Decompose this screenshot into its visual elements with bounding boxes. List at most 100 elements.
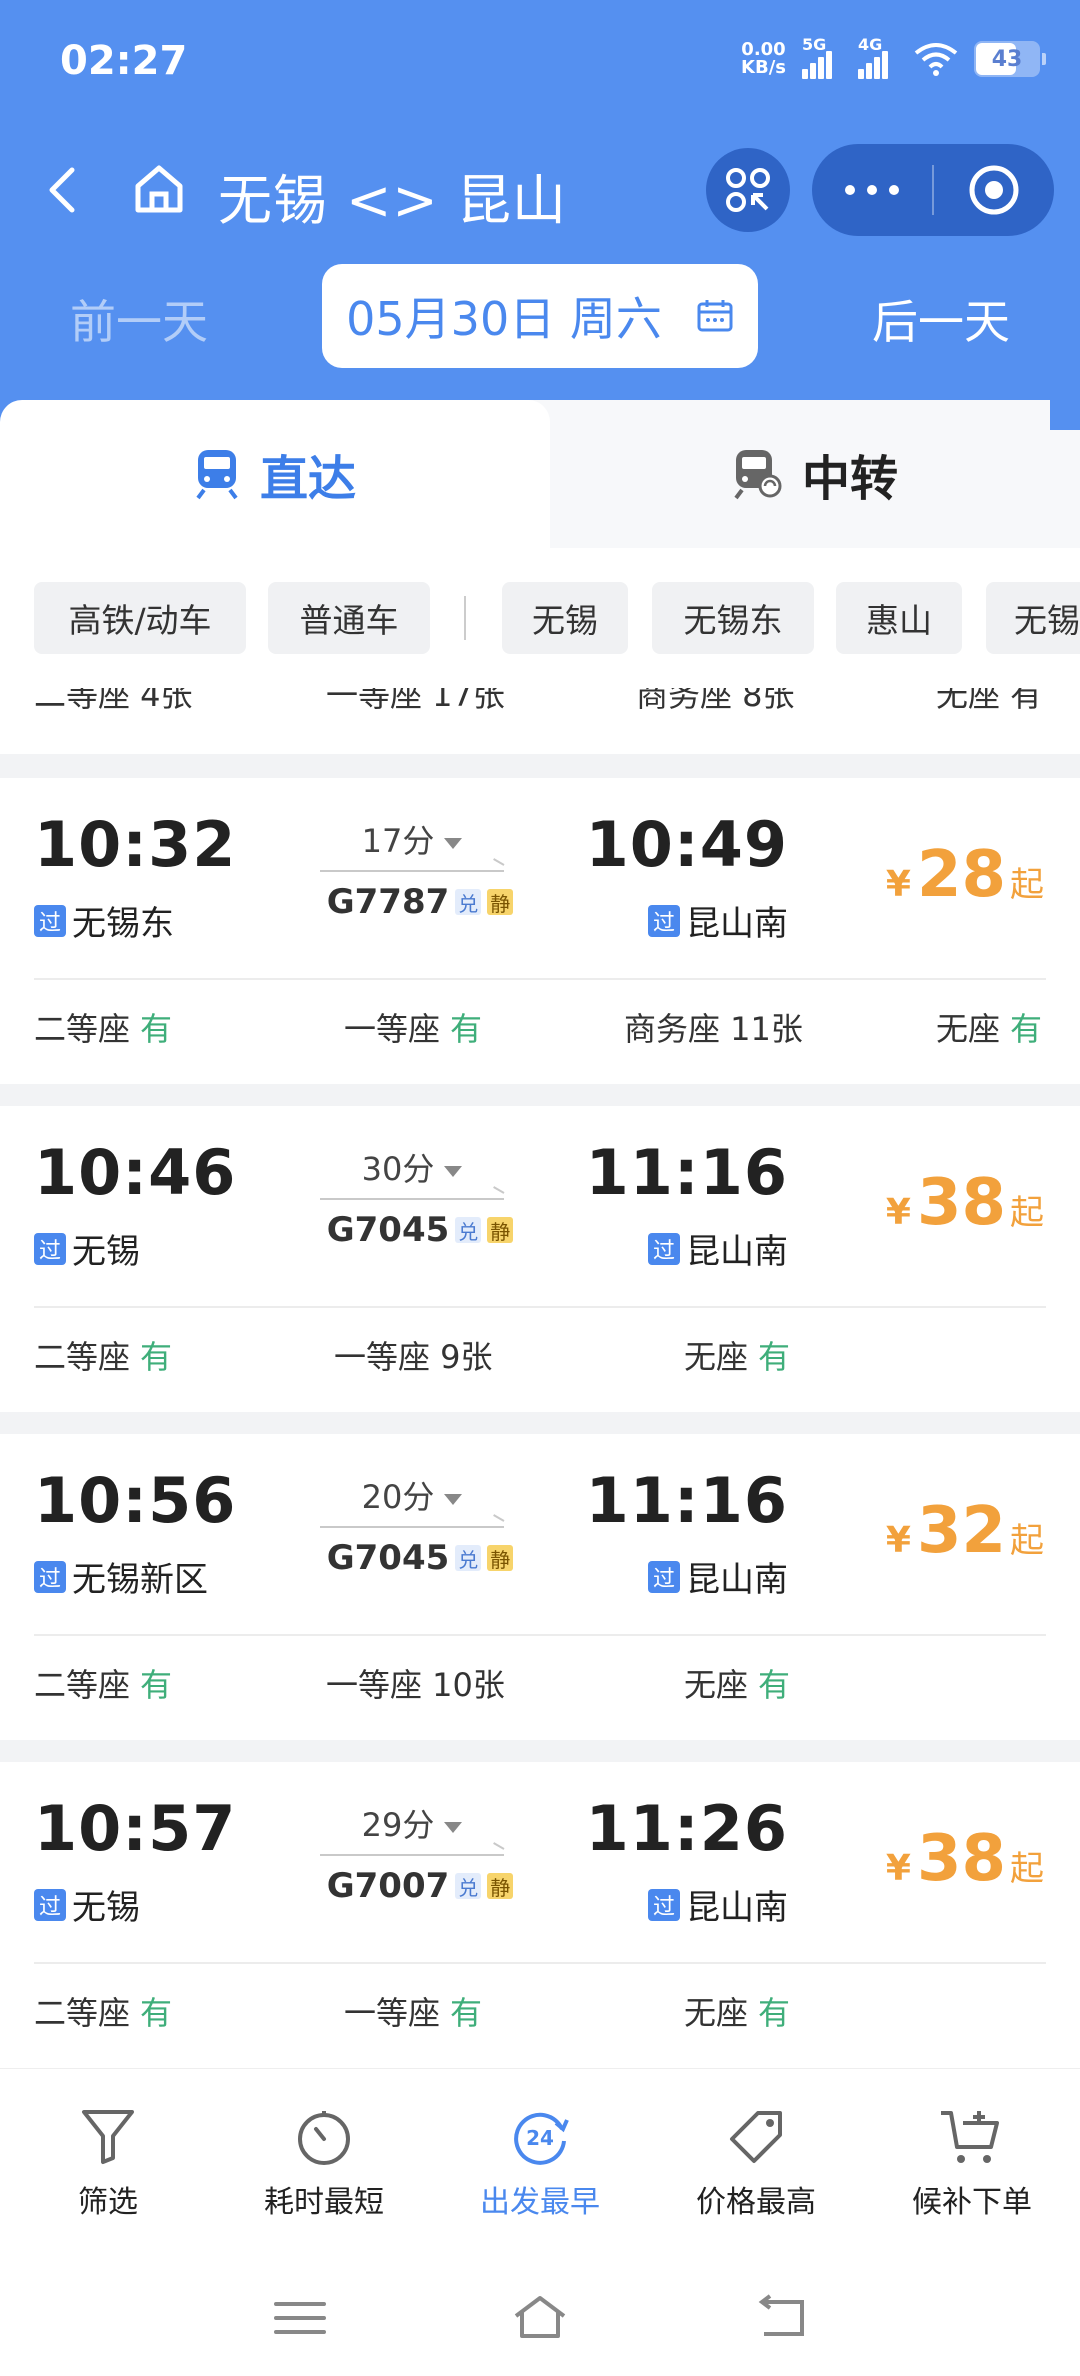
- signal-5g-icon: 5G: [802, 35, 842, 79]
- net-speed: 0.00 KB/s: [741, 39, 786, 78]
- sort-shortest-button[interactable]: 耗时最短: [216, 2105, 432, 2221]
- route-type-tabs: 直达 中转: [0, 400, 1080, 548]
- record-icon: [969, 165, 1019, 215]
- sort-filter-button[interactable]: 筛选: [0, 2105, 216, 2221]
- seat-business: 商务座 11张: [624, 1010, 803, 1048]
- arrive-time: 10:49: [585, 808, 788, 881]
- chevron-down-icon: [444, 837, 463, 849]
- chip-wuxi[interactable]: 无锡: [502, 582, 628, 654]
- seat-standing: 无座有: [684, 1994, 791, 2032]
- train-number: G7007 兑静: [320, 1866, 520, 1906]
- date-label: 05月30日 周六: [346, 292, 662, 346]
- calendar-icon: [697, 300, 733, 332]
- home-icon[interactable]: [130, 160, 188, 218]
- depart-time: 10:46: [34, 1136, 237, 1209]
- chip-huishan[interactable]: 惠山: [836, 582, 962, 654]
- price: ¥32 起: [885, 1494, 1044, 1568]
- system-nav-bar: [0, 2258, 1080, 2376]
- timer-icon: [298, 2111, 350, 2165]
- duration[interactable]: 30分: [320, 1144, 504, 1190]
- station-filter-chips: 高铁/动车 普通车 无锡 无锡东 惠山 无锡: [0, 548, 1080, 688]
- filter-icon: [82, 2110, 134, 2164]
- duration[interactable]: 17分: [320, 816, 504, 862]
- train-card-partial[interactable]: 二等座 4张 一等座 17张 商务座 8张 无座 有: [0, 688, 1080, 754]
- date-selector[interactable]: 05月30日 周六: [322, 264, 758, 368]
- waitlist-order-button[interactable]: 候补下单: [864, 2105, 1080, 2221]
- arrive-station: 过昆山南: [648, 896, 788, 945]
- seat-standing: 无座有: [684, 1338, 791, 1376]
- svg-text:24: 24: [526, 2126, 554, 2150]
- train-card[interactable]: 10:57 过无锡 29分 G7007 兑静 11:26 过昆山南 ¥38 起 二等…: [0, 1762, 1080, 2068]
- train-card[interactable]: 10:32 过无锡东 17分 G7787 兑静 10:49 过昆山南 ¥28 起 二…: [0, 778, 1080, 1084]
- seat-second-class: 二等座有: [34, 1666, 173, 1704]
- depart-station: 过无锡新区: [34, 1552, 208, 1601]
- status-icons: 0.00 KB/s 5G 4G 43: [741, 34, 1046, 84]
- duration[interactable]: 29分: [320, 1800, 504, 1846]
- quiet-badge: 静: [487, 889, 514, 916]
- duration-arrow: [320, 1198, 504, 1200]
- tab-transfer[interactable]: 中转: [550, 400, 1080, 548]
- miniapp-capsule: [812, 144, 1054, 236]
- battery-icon: 43: [974, 41, 1046, 77]
- signal-4g-icon: 4G: [858, 35, 898, 79]
- train-icon: [196, 450, 238, 500]
- depart-time: 10:32: [34, 808, 237, 881]
- transfer-train-icon: [734, 450, 782, 500]
- duration-arrow: [320, 1854, 504, 1856]
- price: ¥38 起: [885, 1166, 1044, 1240]
- depart-time: 10:57: [34, 1792, 237, 1865]
- chip-regular-train[interactable]: 普通车: [268, 582, 430, 654]
- seat-second-class: 二等座有: [34, 1010, 173, 1048]
- seat-standing: 无座有: [936, 1010, 1043, 1048]
- sort-bar: 筛选 耗时最短 24 出发最早 价格最高 候补下单: [0, 2068, 1080, 2258]
- sort-earliest-button[interactable]: 24 出发最早: [432, 2105, 648, 2221]
- cart-add-icon: [941, 2111, 999, 2163]
- scan-button[interactable]: [706, 148, 790, 232]
- train-number: G7045 兑静: [320, 1210, 520, 1250]
- arrive-time: 11:26: [585, 1792, 788, 1865]
- seat-first-class: 一等座有: [344, 1010, 483, 1048]
- home-nav-icon[interactable]: [510, 2292, 570, 2342]
- arrive-station: 过昆山南: [648, 1224, 788, 1273]
- exchange-badge: 兑: [455, 1217, 482, 1244]
- prev-day-button[interactable]: 前一天: [70, 286, 208, 352]
- status-time: 02:27: [60, 38, 188, 84]
- more-icon[interactable]: [812, 185, 932, 195]
- chip-high-speed[interactable]: 高铁/动车: [34, 582, 246, 654]
- duration[interactable]: 20分: [320, 1472, 504, 1518]
- close-miniapp-button[interactable]: [934, 163, 1054, 217]
- train-card[interactable]: 10:56 过无锡新区 20分 G7045 兑静 11:16 过昆山南 ¥32 起 …: [0, 1434, 1080, 1740]
- depart-station: 过无锡东: [34, 896, 174, 945]
- train-number: G7045 兑静: [320, 1538, 520, 1578]
- duration-arrow: [320, 1526, 504, 1528]
- seat-first-class: 一等座有: [344, 1994, 483, 2032]
- chip-wuxi-east[interactable]: 无锡东: [652, 582, 814, 654]
- next-day-button[interactable]: 后一天: [872, 286, 1010, 352]
- seat-first-class: 一等座 10张: [326, 1666, 505, 1704]
- train-card[interactable]: 10:46 过无锡 30分 G7045 兑静 11:16 过昆山南 ¥38 起 二等…: [0, 1106, 1080, 1412]
- arrive-station: 过昆山南: [648, 1880, 788, 1929]
- scan-icon: [726, 168, 770, 212]
- depart-station: 过无锡: [34, 1880, 140, 1929]
- header: 02:27 0.00 KB/s 5G 4G 43 无锡 <> 昆山 前一天 05…: [0, 0, 1080, 400]
- status-bar: 02:27 0.00 KB/s 5G 4G 43: [0, 0, 1080, 120]
- seat-second-class: 二等座有: [34, 1338, 173, 1376]
- seat-standing: 无座有: [684, 1666, 791, 1704]
- price: ¥28 起: [885, 838, 1044, 912]
- duration-arrow: [320, 870, 504, 872]
- tab-direct[interactable]: 直达: [0, 400, 550, 548]
- menu-icon[interactable]: [272, 2298, 328, 2338]
- quiet-badge: 静: [487, 1873, 514, 1900]
- sort-price-button[interactable]: 价格最高: [648, 2105, 864, 2221]
- back-nav-icon[interactable]: [752, 2294, 812, 2342]
- clock-24-icon: 24: [514, 2112, 569, 2165]
- route-title: 无锡 <> 昆山: [218, 169, 567, 232]
- chip-wuxi-more[interactable]: 无锡: [986, 582, 1080, 654]
- arrive-station: 过昆山南: [648, 1552, 788, 1601]
- chip-divider: [464, 596, 466, 640]
- wifi-icon: [914, 43, 958, 76]
- back-arrow-icon[interactable]: [36, 162, 92, 218]
- chevron-down-icon: [444, 1165, 463, 1177]
- chevron-down-icon: [444, 1821, 463, 1833]
- exchange-badge: 兑: [455, 1873, 482, 1900]
